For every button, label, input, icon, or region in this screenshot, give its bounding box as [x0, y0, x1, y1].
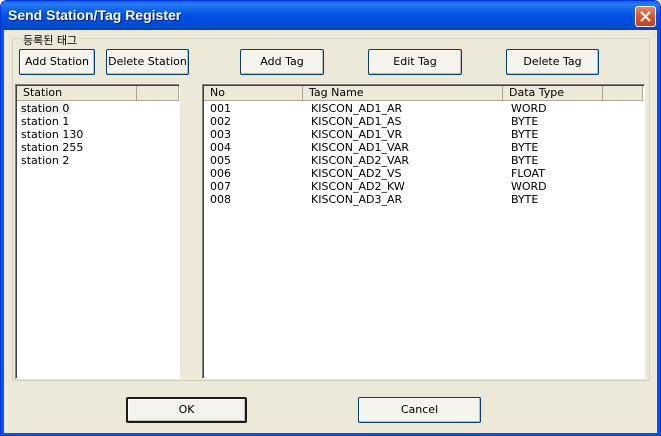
tag-cell-data-type: BYTE — [511, 154, 539, 167]
column-header-no[interactable]: No — [204, 86, 303, 101]
tag-cell-tag-name: KISCON_AD1_VR — [311, 128, 403, 141]
station-label: station 2 — [21, 154, 70, 167]
tag-cell-tag-name: KISCON_AD3_AR — [311, 193, 403, 206]
tag-cell-tag-name: KISCON_AD2_VAR — [311, 154, 409, 167]
cancel-button[interactable]: Cancel — [358, 397, 481, 423]
station-list-item[interactable]: station 0 — [20, 102, 72, 115]
window-frame-left — [1, 30, 4, 435]
window-frame-right — [657, 30, 660, 435]
close-button[interactable] — [635, 6, 656, 27]
column-header-data-type[interactable]: Data Type — [503, 86, 603, 101]
add-tag-button[interactable]: Add Tag — [240, 49, 324, 75]
tag-list-row[interactable]: 003 KISCON_AD1_VR BYTE — [204, 128, 642, 141]
column-header-tag-name[interactable]: Tag Name — [303, 86, 503, 101]
tag-list[interactable]: No Tag Name Data Type 001 KISCON_AD1_AR WO… — [202, 84, 645, 379]
window-title: Send Station/Tag Register — [8, 7, 182, 23]
tag-list-row[interactable]: 007 KISCON_AD2_KW WORD — [204, 180, 642, 193]
title-bar[interactable]: Send Station/Tag Register — [1, 1, 660, 30]
station-list-item[interactable]: station 255 — [20, 141, 85, 154]
tag-cell-data-type: BYTE — [511, 141, 539, 154]
tag-cell-tag-name: KISCON_AD1_VAR — [311, 141, 409, 154]
column-header-station[interactable]: Station — [17, 86, 137, 101]
station-label: station 0 — [20, 102, 72, 115]
tag-cell-data-type: WORD — [511, 102, 547, 115]
tag-cell-no: 007 — [210, 180, 231, 193]
tag-cell-tag-name: KISCON_AD1_AR — [311, 102, 403, 115]
tag-cell-no: 003 — [210, 128, 231, 141]
column-header-blank[interactable] — [137, 86, 179, 101]
tag-cell-data-type: BYTE — [511, 193, 539, 206]
edit-tag-button[interactable]: Edit Tag — [368, 49, 462, 75]
pane-splitter[interactable] — [182, 84, 202, 379]
station-list-item[interactable]: station 1 — [20, 115, 71, 128]
delete-station-button[interactable]: Delete Station — [106, 49, 189, 75]
tag-list-row[interactable]: 006 KISCON_AD2_VS FLOAT — [204, 167, 642, 180]
station-label: station 130 — [21, 128, 84, 141]
tag-cell-no: 005 — [210, 154, 231, 167]
station-list[interactable]: Station station 0 station 1 station 130 sta… — [15, 84, 180, 379]
tag-cell-tag-name: KISCON_AD2_VS — [311, 167, 402, 180]
tag-cell-no: 001 — [210, 102, 231, 115]
tag-cell-no: 004 — [210, 141, 231, 154]
station-list-header: Station — [17, 86, 179, 101]
group-label: 등록된 태그 — [21, 32, 80, 48]
tag-list-row[interactable]: 002 KISCON_AD1_AS BYTE — [204, 115, 642, 128]
column-header-blank[interactable] — [603, 86, 643, 101]
dialog-window: Send Station/Tag Register 등록된 태그 Add Sta… — [0, 0, 661, 436]
tag-cell-data-type: FLOAT — [511, 167, 545, 180]
tag-cell-tag-name: KISCON_AD2_KW — [311, 180, 405, 193]
tag-list-header: No Tag Name Data Type — [204, 86, 643, 101]
tag-list-row[interactable]: 005 KISCON_AD2_VAR BYTE — [204, 154, 642, 167]
station-label: station 1 — [21, 115, 70, 128]
tag-list-row[interactable]: 008 KISCON_AD3_AR BYTE — [204, 193, 642, 206]
tag-cell-no: 002 — [210, 115, 231, 128]
tag-cell-data-type: BYTE — [511, 115, 539, 128]
tag-cell-no: 008 — [210, 193, 231, 206]
add-station-button[interactable]: Add Station — [19, 49, 95, 75]
tag-list-row[interactable]: 001 KISCON_AD1_AR WORD — [204, 102, 642, 115]
close-icon — [640, 11, 651, 22]
station-list-item[interactable]: station 2 — [20, 154, 71, 167]
delete-tag-button[interactable]: Delete Tag — [506, 49, 599, 75]
tag-cell-data-type: BYTE — [511, 128, 539, 141]
tag-cell-data-type: WORD — [511, 180, 547, 193]
tag-cell-no: 006 — [210, 167, 231, 180]
tag-list-row[interactable]: 004 KISCON_AD1_VAR BYTE — [204, 141, 642, 154]
tag-cell-tag-name: KISCON_AD1_AS — [311, 115, 402, 128]
station-list-item[interactable]: station 130 — [20, 128, 85, 141]
ok-button[interactable]: OK — [126, 397, 247, 423]
station-label: station 255 — [21, 141, 84, 154]
